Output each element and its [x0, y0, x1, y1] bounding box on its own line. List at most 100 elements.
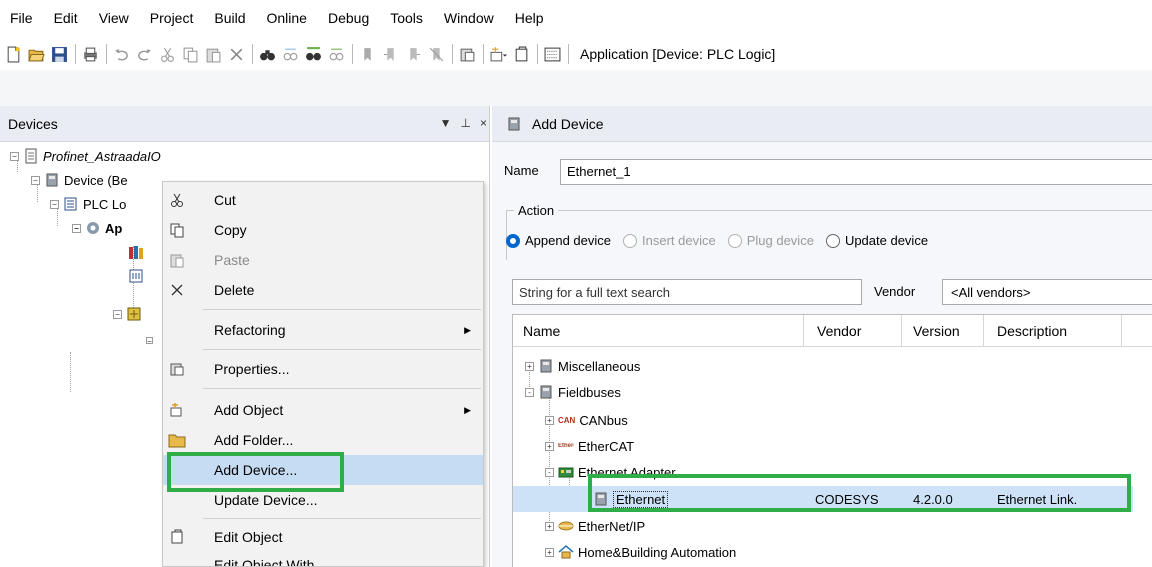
list-item[interactable]: + CAN CANbus: [513, 407, 1152, 433]
list-item[interactable]: + EtherCAT EtherCAT: [513, 433, 1152, 459]
tree-item-application[interactable]: − Ap: [72, 216, 122, 240]
close-panel-button[interactable]: ×: [480, 116, 487, 130]
paste-icon[interactable]: [204, 45, 223, 64]
cut-icon[interactable]: [158, 45, 177, 64]
menu-project[interactable]: Project: [150, 10, 194, 26]
menu-item-add-object[interactable]: Add Object ▶: [163, 395, 483, 425]
undo-icon[interactable]: [112, 45, 131, 64]
collapse-icon[interactable]: −: [10, 151, 19, 161]
menu-item-paste[interactable]: Paste: [163, 245, 483, 275]
toolbar: Application [Device: PLC Logic]: [0, 38, 1152, 70]
menu-item-edit-object[interactable]: Edit Object: [163, 522, 483, 552]
expand-icon[interactable]: +: [545, 415, 554, 425]
menu-item-copy[interactable]: Copy: [163, 215, 483, 245]
pin-icon[interactable]: ⊥: [461, 116, 471, 130]
collapse-icon[interactable]: −: [72, 223, 81, 233]
find-icon[interactable]: [258, 45, 277, 64]
list-item[interactable]: + Miscellaneous: [513, 353, 1152, 379]
list-item[interactable]: - Ethernet Adapter: [513, 459, 1152, 485]
tree-line: [70, 352, 71, 392]
save-icon[interactable]: [50, 45, 69, 64]
name-label: Name: [504, 163, 539, 178]
column-header-name[interactable]: Name: [523, 323, 560, 339]
redo-icon[interactable]: [135, 45, 154, 64]
replace-next-icon[interactable]: [327, 45, 346, 64]
menu-item-delete[interactable]: Delete: [163, 275, 483, 305]
menu-edit[interactable]: Edit: [54, 10, 78, 26]
expand-icon[interactable]: +: [545, 547, 554, 557]
menu-item-properties[interactable]: Properties...: [163, 354, 483, 384]
tree-item-plc-prg[interactable]: [128, 264, 148, 288]
device-list: Name Vendor Version Description + Miscel…: [512, 314, 1152, 567]
menu-tools[interactable]: Tools: [390, 10, 423, 26]
collapse-icon[interactable]: −: [146, 336, 153, 345]
dropdown-arrow-icon[interactable]: ▼: [440, 116, 452, 130]
bookmark-prev-icon[interactable]: [404, 45, 423, 64]
print-icon[interactable]: [81, 45, 100, 64]
radio-append-device[interactable]: Append device: [506, 233, 611, 248]
list-item[interactable]: + Home&Building Automation: [513, 539, 1152, 565]
project-icon: [25, 148, 37, 164]
tree-item-task[interactable]: −: [146, 328, 157, 352]
edit-object-icon[interactable]: [512, 45, 531, 64]
menu-online[interactable]: Online: [267, 10, 307, 26]
column-header-version[interactable]: Version: [913, 323, 960, 339]
bookmark-next-icon[interactable]: [381, 45, 400, 64]
device-icon: [540, 385, 552, 399]
menu-view[interactable]: View: [99, 10, 129, 26]
expand-icon[interactable]: +: [525, 361, 534, 371]
collapse-icon[interactable]: -: [525, 387, 534, 397]
expand-icon[interactable]: +: [545, 521, 554, 531]
menu-item-label: Edit Object: [214, 529, 283, 545]
menu-file[interactable]: File: [10, 10, 33, 26]
radio-update-device[interactable]: Update device: [825, 233, 928, 248]
copy-icon[interactable]: [181, 45, 200, 64]
bookmark-icon[interactable]: [358, 45, 377, 64]
add-object-icon[interactable]: [489, 45, 508, 64]
radio-insert-device[interactable]: Insert device: [623, 233, 716, 248]
menu-item-add-folder[interactable]: Add Folder...: [163, 425, 483, 455]
collapse-icon[interactable]: −: [113, 309, 122, 319]
tree-item-library-manager[interactable]: [128, 240, 148, 264]
new-project-icon[interactable]: [4, 45, 23, 64]
name-input[interactable]: Ethernet_1: [560, 159, 1152, 185]
expand-icon[interactable]: +: [545, 441, 554, 451]
open-project-icon[interactable]: [27, 45, 46, 64]
tree-item-task-config[interactable]: −: [113, 302, 146, 326]
collapse-icon[interactable]: -: [545, 467, 554, 477]
menu-item-label: Paste: [214, 252, 250, 268]
tree-item-project[interactable]: − Profinet_AstraadaIO: [10, 144, 161, 168]
radio-checked-icon: [506, 233, 520, 248]
menu-item-refactoring[interactable]: Refactoring ▶: [163, 315, 483, 345]
full-text-search-input[interactable]: String for a full text search: [512, 279, 862, 305]
menu-build[interactable]: Build: [214, 10, 245, 26]
menu-item-update-device[interactable]: Update Device...: [163, 485, 483, 515]
visualization-icon[interactable]: [543, 45, 562, 64]
device-icon: [595, 492, 607, 506]
menu-item-add-device[interactable]: Add Device...: [163, 455, 483, 485]
list-item[interactable]: + EtherNet/IP: [513, 513, 1152, 539]
properties-icon[interactable]: [458, 45, 477, 64]
column-divider: [983, 315, 984, 347]
menu-debug[interactable]: Debug: [328, 10, 369, 26]
column-header-vendor[interactable]: Vendor: [817, 323, 861, 339]
tree-item-plc-logic[interactable]: − PLC Lo: [50, 192, 126, 216]
menu-item-cut[interactable]: Cut: [163, 185, 483, 215]
vendor-select[interactable]: <All vendors>: [942, 279, 1152, 305]
list-item[interactable]: - Fieldbuses: [513, 379, 1152, 405]
menu-help[interactable]: Help: [515, 10, 544, 26]
list-item-selected[interactable]: Ethernet CODESYS 4.2.0.0 Ethernet Link.: [513, 486, 1133, 512]
find-next-icon[interactable]: [281, 45, 300, 64]
menu-window[interactable]: Window: [444, 10, 494, 26]
menu-item-edit-object-with[interactable]: Edit Object With...: [163, 550, 483, 566]
radio-plug-device[interactable]: Plug device: [727, 233, 814, 248]
bookmark-clear-icon[interactable]: [427, 45, 446, 64]
column-header-description[interactable]: Description: [997, 323, 1067, 339]
collapse-icon[interactable]: −: [31, 175, 40, 185]
collapse-icon[interactable]: −: [50, 199, 59, 209]
replace-icon[interactable]: [304, 45, 323, 64]
list-item-label: CANbus: [579, 412, 628, 428]
tree-item-device[interactable]: − Device (Be: [31, 168, 128, 192]
list-item-version: 4.2.0.0: [913, 491, 953, 507]
delete-icon[interactable]: [227, 45, 246, 64]
